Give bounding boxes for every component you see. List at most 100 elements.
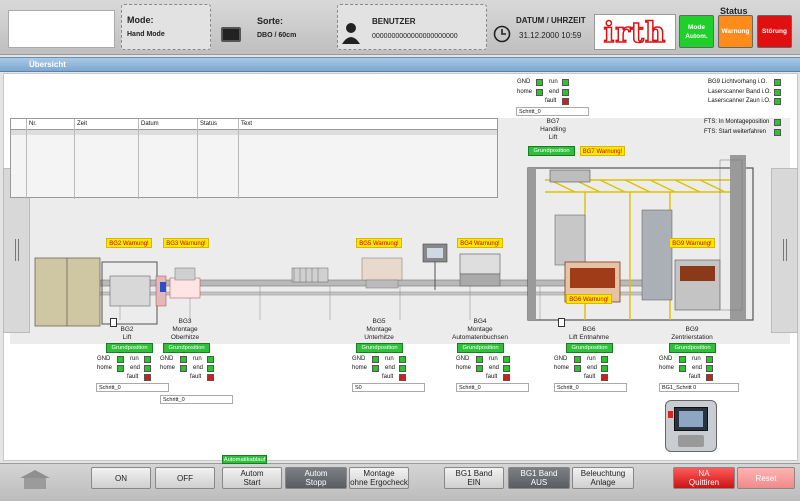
mode-label: Mode:: [127, 15, 154, 25]
bg7-fault-label: fault: [545, 98, 557, 104]
mode-value: Hand Mode: [127, 31, 165, 38]
reset-button[interactable]: Reset: [737, 467, 795, 489]
bg7-fault-led: [562, 98, 569, 105]
bg5-home-label: home: [352, 365, 368, 371]
bg3-end-led: [207, 365, 214, 372]
bg9-grundposition[interactable]: Grundposition: [669, 343, 716, 353]
bg5-home-led: [372, 365, 379, 372]
bg7-home-label: home: [517, 89, 533, 95]
bg6-warning: BG6 Warnung!: [566, 294, 612, 304]
bg5-run-label: run: [385, 356, 394, 362]
bg2-end-led: [144, 365, 151, 372]
autom-stopp-button[interactable]: Autom Stopp: [285, 467, 347, 489]
log-col-status: Status: [200, 121, 218, 127]
na-line-2: Quittiren: [688, 478, 720, 487]
right-scroll-handle[interactable]: [771, 168, 798, 333]
status-stoerung[interactable]: Störung: [757, 15, 792, 48]
tab-uebersicht[interactable]: Übersicht: [0, 57, 800, 72]
status-laser-zaun-led: [774, 98, 781, 105]
log-col-zeit: Zeit: [77, 121, 88, 127]
logo-text: irth: [603, 15, 667, 50]
bg4-fault-led: [503, 374, 510, 381]
beleuchtung-line-2: Anlage: [590, 478, 616, 487]
bg2-home-label: home: [97, 365, 113, 371]
na-quittiren-button[interactable]: NA Quittiren: [673, 467, 735, 489]
fts-start-led: [774, 129, 781, 136]
bg9-step-field[interactable]: BG1_Schritt 0: [659, 383, 739, 392]
bg6-fault-label: fault: [584, 374, 596, 380]
user-value: 0000000000000000000000: [372, 33, 458, 40]
on-button[interactable]: ON: [91, 467, 151, 489]
montage-ohne-ergocheck-button[interactable]: Montage ohne Ergocheck: [349, 467, 409, 489]
bg6-gnd-led: [574, 356, 581, 363]
autom-start-line-1: Autom: [240, 469, 264, 478]
bg3-run-label: run: [193, 356, 202, 362]
handheld-terminal-image: [665, 400, 717, 452]
bg4-gnd-led: [476, 356, 483, 363]
bg7-end-label: end: [549, 89, 560, 95]
bg9-name: BG9 Zentrierstation: [662, 326, 722, 342]
status-laser-zaun-text: Laserscanner Zaun i.O.: [708, 98, 771, 104]
bg9-end-led: [706, 365, 713, 372]
na-line-1: NA: [698, 469, 710, 478]
bg2-fault-led: [144, 374, 151, 381]
band-aus-label: BG1 Band AUS: [521, 469, 558, 487]
bg9-name-2: Zentrierstation: [671, 334, 713, 341]
fts-montage-led: [774, 119, 781, 126]
bg5-run-led: [399, 356, 406, 363]
bg9-home-label: home: [659, 365, 675, 371]
home-icon[interactable]: [18, 468, 52, 490]
montage-line-2: ohne Ergocheck: [350, 478, 408, 487]
bg3-fault-led: [207, 374, 214, 381]
bg3-run-led: [207, 356, 214, 363]
datetime-value: 31.12.2000 10:59: [519, 31, 582, 40]
bg2-run-label: run: [130, 356, 139, 362]
bg2-gnd-led: [117, 356, 124, 363]
bg1-band-aus-button[interactable]: BG1 Band AUS: [508, 467, 570, 489]
bg2-fault-label: fault: [127, 374, 139, 380]
bg6-end-led: [601, 365, 608, 372]
bg6-name-2: Lift Entnahme: [568, 334, 610, 341]
bg7-run-led: [562, 79, 569, 86]
bg5-grundposition[interactable]: Grundposition: [356, 343, 403, 353]
autom-start-button[interactable]: Autom Start: [222, 467, 282, 489]
bg6-step-field[interactable]: Schritt_0: [554, 383, 627, 392]
bg4-name-3: Automatenbuchsen: [451, 334, 508, 341]
band-aus-line-1: BG1 Band: [520, 469, 558, 478]
bg3-name-3: Oberhitze: [170, 334, 200, 341]
bg7-name-2: Handling: [540, 126, 566, 133]
bg5-step-field[interactable]: S0: [352, 383, 425, 392]
bg5-gnd-led: [372, 356, 379, 363]
bg9-gnd-label: GND: [659, 356, 673, 362]
bg3-name: BG3 Montage Oberhitze: [160, 318, 210, 342]
bg2-name: BG2 Lift: [105, 326, 149, 342]
bg4-end-led: [503, 365, 510, 372]
bg3-step-field[interactable]: Schritt_0: [160, 395, 233, 404]
bg6-run-label: run: [587, 356, 596, 362]
beleuchtung-anlage-button[interactable]: Beleuchtung Anlage: [572, 467, 634, 489]
bg4-step-field[interactable]: Schritt_0: [456, 383, 529, 392]
bg9-name-1: BG9: [685, 326, 699, 333]
bg5-fault-label: fault: [382, 374, 394, 380]
bg3-fault-label: fault: [190, 374, 202, 380]
bg3-grundposition[interactable]: Grundposition: [163, 343, 210, 353]
user-label: BENUTZER: [372, 17, 416, 26]
bg5-end-label: end: [385, 365, 396, 371]
bg4-grundposition[interactable]: Grundposition: [457, 343, 504, 353]
status-warnung[interactable]: Warnung: [718, 15, 753, 48]
bg6-end-label: end: [587, 365, 598, 371]
status-mode-auto[interactable]: Mode Autom.: [679, 15, 714, 48]
bg2-grundposition[interactable]: Grundposition: [106, 343, 153, 353]
user-panel[interactable]: BENUTZER 0000000000000000000000: [337, 4, 487, 50]
user-icon: [342, 23, 360, 44]
bg1-band-ein-button[interactable]: BG1 Band EIN: [444, 467, 504, 489]
bg9-run-led: [706, 356, 713, 363]
autom-stopp-line-2: Stopp: [305, 478, 327, 487]
bg6-grundposition[interactable]: Grundposition: [566, 343, 613, 353]
bg4-home-label: home: [456, 365, 472, 371]
bg7-step-field[interactable]: Schritt_0: [516, 107, 589, 116]
bg9-fault-led: [706, 374, 713, 381]
bg2-step-field[interactable]: Schritt_0: [96, 383, 169, 392]
log-col-nr: Nr.: [29, 121, 37, 127]
off-button[interactable]: OFF: [155, 467, 215, 489]
